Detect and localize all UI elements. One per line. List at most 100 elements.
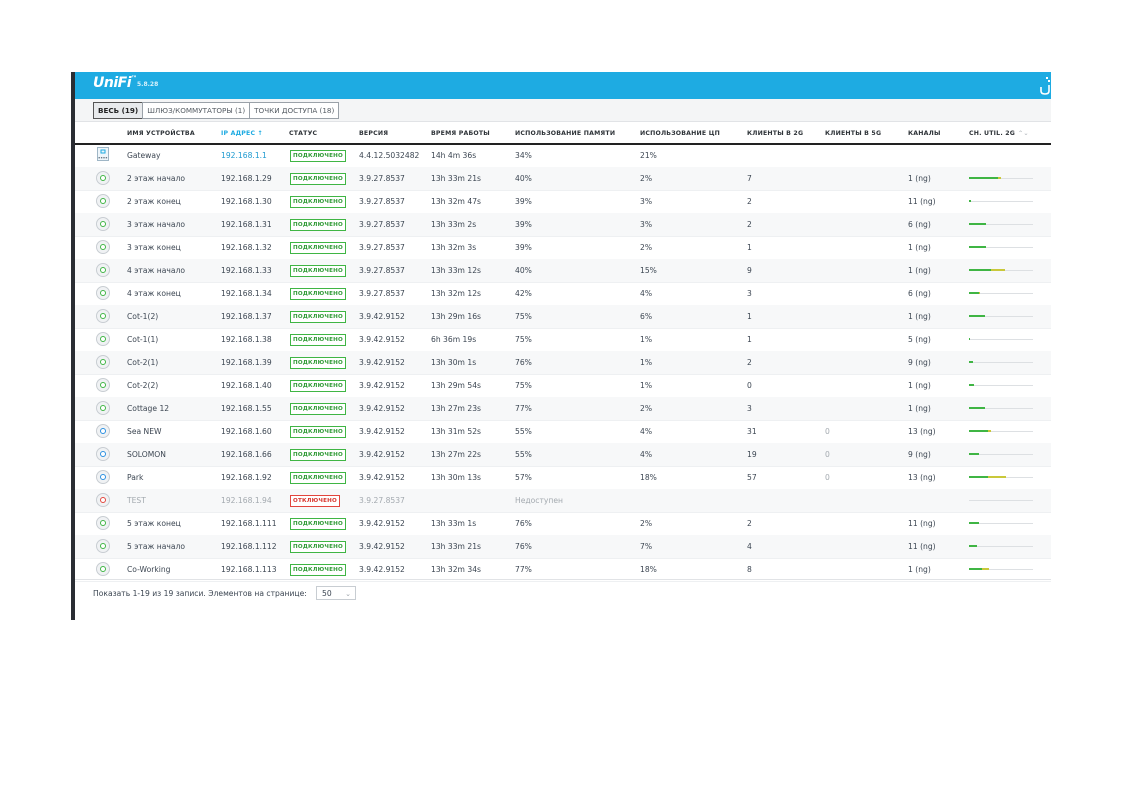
- filter-tabs: ВЕСЬ (19) ШЛЮЗ/КОММУТАТОРЫ (1) ТОЧКИ ДОС…: [93, 102, 340, 119]
- device-name[interactable]: 5 этаж начало: [127, 542, 185, 551]
- device-ip: 192.168.1.66: [221, 450, 272, 459]
- col-header-clients-5g[interactable]: КЛИЕНТЫ В 5G: [825, 130, 881, 137]
- util-fill-yellow: [988, 476, 1007, 478]
- ubiquiti-icon[interactable]: [1039, 75, 1051, 95]
- status-ring: [100, 451, 106, 457]
- device-name[interactable]: Cot-2(1): [127, 358, 158, 367]
- table-row[interactable]: TEST 192.168.1.94 ОТКЛЮЧЕНО 3.9.27.8537 Недо…: [75, 489, 1051, 513]
- device-name[interactable]: Cot-2(2): [127, 381, 158, 390]
- status-badge: ПОДКЛЮЧЕНО: [290, 518, 346, 530]
- col-header-status[interactable]: СТАТУС: [289, 130, 317, 137]
- col-header-name[interactable]: ИМЯ УСТРОЙСТВА: [127, 130, 195, 137]
- device-name[interactable]: 5 этаж конец: [127, 519, 181, 528]
- table-row[interactable]: Sea NEW 192.168.1.60 ПОДКЛЮЧЕНО 3.9.42.9152…: [75, 420, 1051, 444]
- util-fill-green: [969, 361, 973, 363]
- tab-access-points[interactable]: ТОЧКИ ДОСТУПА (18): [249, 102, 340, 119]
- device-name[interactable]: 4 этаж начало: [127, 266, 185, 275]
- access-point-icon: [96, 263, 110, 277]
- app-version: 5.8.28: [137, 81, 159, 88]
- table-row[interactable]: Cot-2(1) 192.168.1.39 ПОДКЛЮЧЕНО 3.9.42.915…: [75, 351, 1051, 375]
- col-header-ch-util[interactable]: CH. UTIL. 2G ⌃⌄: [969, 130, 1029, 137]
- device-name[interactable]: Park: [127, 473, 143, 482]
- channel-util-bar: [969, 269, 1033, 271]
- util-fill-green: [969, 384, 975, 386]
- util-fill-green: [969, 177, 998, 179]
- device-uptime: 13h 30m 1s: [431, 358, 477, 367]
- device-name[interactable]: Sea NEW: [127, 427, 162, 436]
- device-ip[interactable]: 192.168.1.1: [221, 151, 267, 160]
- device-name[interactable]: Cot-1(1): [127, 335, 158, 344]
- table-row[interactable]: Cot-1(1) 192.168.1.38 ПОДКЛЮЧЕНО 3.9.42.915…: [75, 328, 1051, 352]
- status-badge: ПОДКЛЮЧЕНО: [290, 173, 346, 185]
- status-ring: [100, 474, 106, 480]
- device-uptime: 13h 33m 21s: [431, 542, 481, 551]
- table-row[interactable]: 5 этаж конец 192.168.1.111 ПОДКЛЮЧЕНО 3.9.4…: [75, 512, 1051, 536]
- util-fill-green: [969, 315, 985, 317]
- tab-gateways-switches[interactable]: ШЛЮЗ/КОММУТАТОРЫ (1): [142, 102, 251, 119]
- device-clients-2g: 9: [747, 266, 752, 275]
- access-point-icon: [96, 355, 110, 369]
- device-ip: 192.168.1.39: [221, 358, 272, 367]
- table-row[interactable]: 2 этаж конец 192.168.1.30 ПОДКЛЮЧЕНО 3.9.27…: [75, 190, 1051, 214]
- table-row[interactable]: Cottage 12 192.168.1.55 ПОДКЛЮЧЕНО 3.9.42.9…: [75, 397, 1051, 421]
- col-header-uptime[interactable]: ВРЕМЯ РАБОТЫ: [431, 130, 490, 137]
- channel-util-bar: [969, 200, 1033, 202]
- device-memory: 39%: [515, 197, 532, 206]
- table-row[interactable]: Park 192.168.1.92 ПОДКЛЮЧЕНО 3.9.42.9152 13h…: [75, 466, 1051, 490]
- status-badge: ПОДКЛЮЧЕНО: [290, 219, 346, 231]
- table-row[interactable]: 2 этаж начало 192.168.1.29 ПОДКЛЮЧЕНО 3.9.2…: [75, 167, 1051, 191]
- col-header-cpu[interactable]: ИСПОЛЬЗОВАНИЕ ЦП: [640, 130, 720, 137]
- device-ip: 192.168.1.37: [221, 312, 272, 321]
- col-header-memory[interactable]: ИСПОЛЬЗОВАНИЕ ПАМЯТИ: [515, 130, 615, 137]
- table-row[interactable]: 3 этаж начало 192.168.1.31 ПОДКЛЮЧЕНО 3.9.2…: [75, 213, 1051, 237]
- device-clients-2g: 2: [747, 197, 752, 206]
- device-name[interactable]: TEST: [127, 496, 146, 505]
- device-name[interactable]: 2 этаж конец: [127, 197, 181, 206]
- access-point-blue-icon: [96, 424, 110, 438]
- table-row[interactable]: Cot-2(2) 192.168.1.40 ПОДКЛЮЧЕНО 3.9.42.915…: [75, 374, 1051, 398]
- device-name[interactable]: 4 этаж конец: [127, 289, 181, 298]
- device-cpu: 18%: [640, 473, 657, 482]
- device-name[interactable]: 3 этаж начало: [127, 220, 185, 229]
- channel-util-bar: [969, 338, 1033, 340]
- device-name[interactable]: 3 этаж конец: [127, 243, 181, 252]
- device-name[interactable]: Gateway: [127, 151, 161, 160]
- device-memory: 39%: [515, 243, 532, 252]
- device-name[interactable]: 2 этаж начало: [127, 174, 185, 183]
- access-point-icon: [96, 217, 110, 231]
- device-memory: 40%: [515, 174, 532, 183]
- access-point-icon: [96, 539, 110, 553]
- device-ip: 192.168.1.60: [221, 427, 272, 436]
- device-channels: 1 (ng): [908, 243, 931, 252]
- device-name[interactable]: SOLOMON: [127, 450, 166, 459]
- table-row[interactable]: 5 этаж начало 192.168.1.112 ПОДКЛЮЧЕНО 3.9.…: [75, 535, 1051, 559]
- ch-util-label: CH. UTIL. 2G: [969, 130, 1016, 137]
- col-header-version[interactable]: ВЕРСИЯ: [359, 130, 388, 137]
- device-cpu: 2%: [640, 404, 653, 413]
- table-row[interactable]: 4 этаж конец 192.168.1.34 ПОДКЛЮЧЕНО 3.9.27…: [75, 282, 1051, 306]
- device-cpu: 1%: [640, 335, 653, 344]
- col-header-ip[interactable]: IP АДРЕС ↑: [221, 130, 263, 137]
- util-fill-green: [969, 522, 979, 524]
- device-cpu: 21%: [640, 151, 657, 160]
- device-cpu: 3%: [640, 197, 653, 206]
- device-uptime: 13h 33m 12s: [431, 266, 481, 275]
- status-badge: ПОДКЛЮЧЕНО: [290, 380, 346, 392]
- device-uptime: 13h 32m 12s: [431, 289, 481, 298]
- table-row[interactable]: 4 этаж начало 192.168.1.33 ПОДКЛЮЧЕНО 3.9.2…: [75, 259, 1051, 283]
- unifi-logo[interactable]: UniFi™: [93, 75, 137, 91]
- table-row[interactable]: SOLOMON 192.168.1.66 ПОДКЛЮЧЕНО 3.9.42.9152…: [75, 443, 1051, 467]
- device-clients-2g: 2: [747, 358, 752, 367]
- col-header-clients-2g[interactable]: КЛИЕНТЫ В 2G: [747, 130, 803, 137]
- table-row[interactable]: Cot-1(2) 192.168.1.37 ПОДКЛЮЧЕНО 3.9.42.915…: [75, 305, 1051, 329]
- device-name[interactable]: Co-Working: [127, 565, 171, 574]
- util-fill-yellow: [988, 430, 992, 432]
- col-header-channels[interactable]: КАНАЛЫ: [908, 130, 941, 137]
- table-row[interactable]: Gateway 192.168.1.1 ПОДКЛЮЧЕНО 4.4.12.50324…: [75, 144, 1051, 168]
- device-name[interactable]: Cot-1(2): [127, 312, 158, 321]
- table-row[interactable]: 3 этаж конец 192.168.1.32 ПОДКЛЮЧЕНО 3.9.27…: [75, 236, 1051, 260]
- device-name[interactable]: Cottage 12: [127, 404, 169, 413]
- page-size-select[interactable]: 50 ⌄: [316, 586, 356, 600]
- device-channels: 11 (ng): [908, 542, 936, 551]
- tab-all[interactable]: ВЕСЬ (19): [93, 102, 144, 119]
